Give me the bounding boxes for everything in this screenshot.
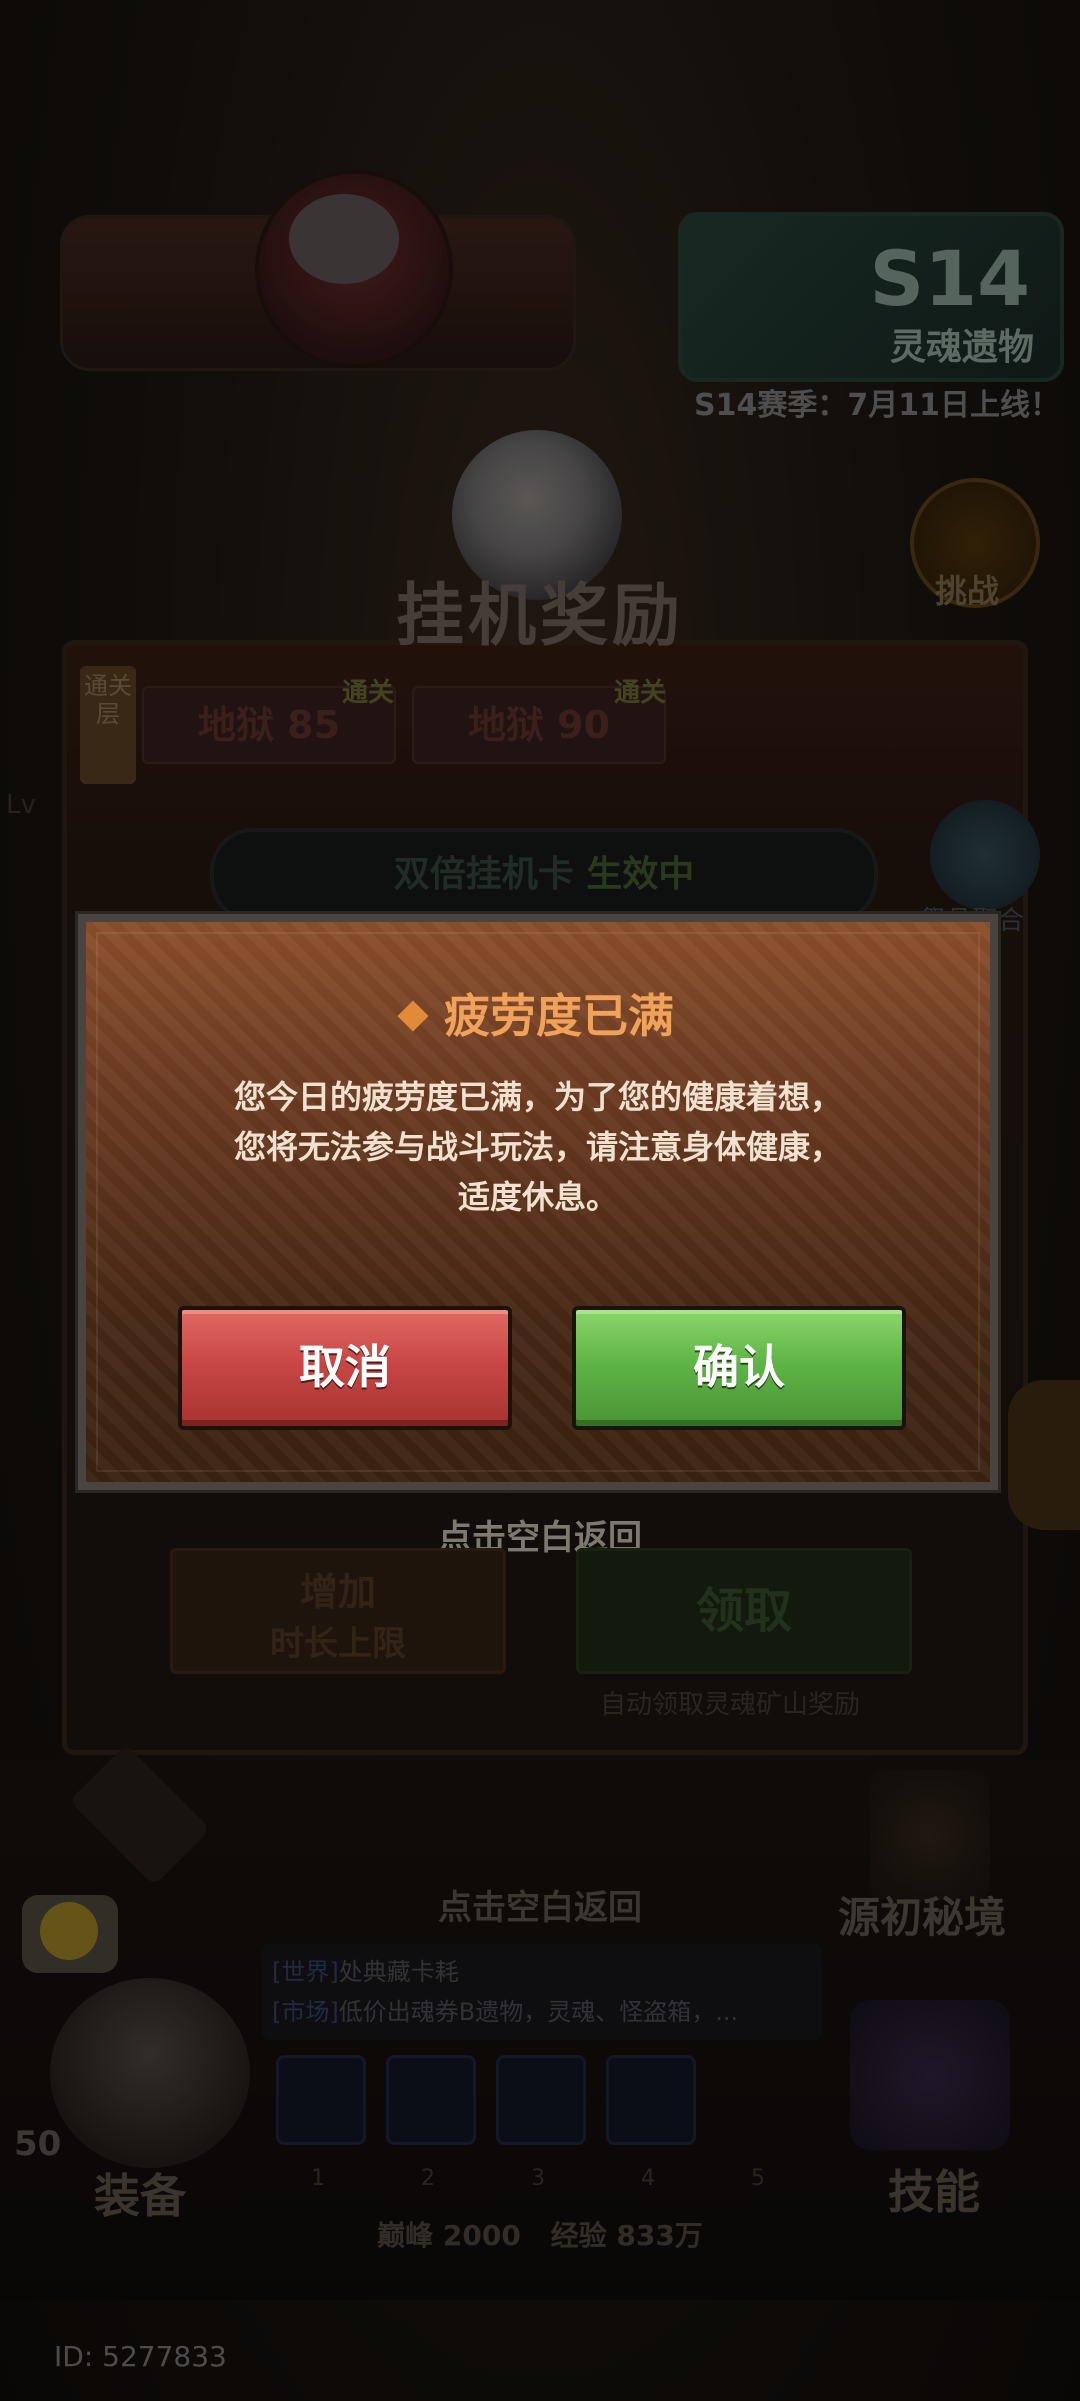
- dialog-title-text: 疲劳度已满: [444, 989, 674, 1043]
- dialog-line: 您将无法参与战斗玩法，请注意身体健康，: [233, 1128, 842, 1166]
- cancel-button[interactable]: 取消: [178, 1306, 512, 1430]
- diamond-icon: [397, 999, 429, 1032]
- dialog-title: 疲劳度已满: [86, 980, 990, 1046]
- dialog-line: 您今日的疲劳度已满，为了您的健康着想，: [233, 1078, 842, 1116]
- dialog-message: 您今日的疲劳度已满，为了您的健康着想， 您将无法参与战斗玩法，请注意身体健康， …: [146, 1072, 930, 1222]
- confirm-button[interactable]: 确认: [572, 1306, 906, 1430]
- fatigue-dialog: 疲劳度已满 您今日的疲劳度已满，为了您的健康着想， 您将无法参与战斗玩法，请注意…: [75, 911, 1001, 1493]
- dialog-line: 适度休息。: [457, 1178, 618, 1216]
